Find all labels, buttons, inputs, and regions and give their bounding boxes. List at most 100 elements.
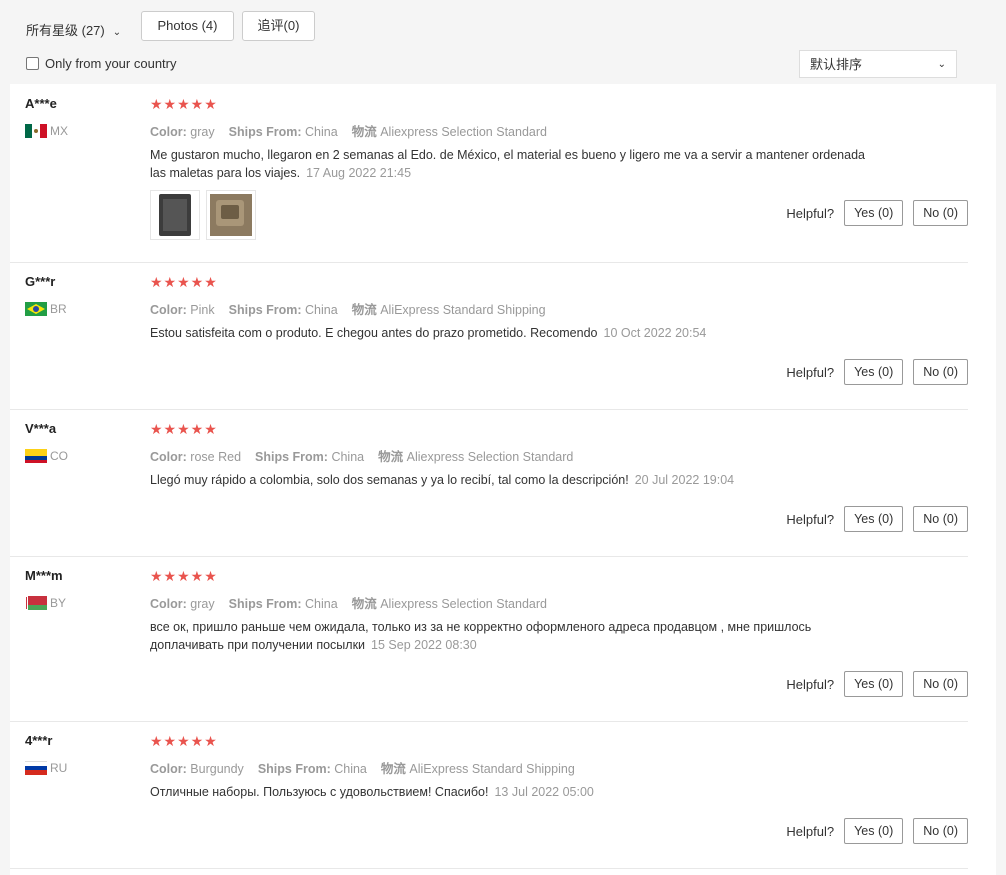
reviewer-name: M***m xyxy=(25,568,63,583)
helpful-yes-button[interactable]: Yes (0) xyxy=(844,359,904,385)
helpful-yes-button[interactable]: Yes (0) xyxy=(844,200,904,226)
shipping-method: Aliexpress Selection Standard xyxy=(406,450,574,464)
color-label: Color: xyxy=(150,450,187,464)
reviewer-country: MX xyxy=(25,124,68,138)
helpful-votes: Helpful? Yes (0) No (0) xyxy=(786,200,968,226)
review-item: M***m BY ★★★★★ Color: gray Ships From: Ch… xyxy=(10,556,968,722)
reviewer-country: CO xyxy=(25,449,68,463)
review-photo-thumbnail[interactable] xyxy=(206,190,256,240)
review-text-block: Отличные наборы. Пользуюсь с удовольстви… xyxy=(150,783,870,801)
color-value: gray xyxy=(190,125,215,139)
color-value: rose Red xyxy=(190,450,242,464)
reviewer-country: RU xyxy=(25,761,67,775)
belarus-flag-icon xyxy=(25,596,47,610)
helpful-yes-button[interactable]: Yes (0) xyxy=(844,506,904,532)
logistics-label: 物流 xyxy=(351,303,377,317)
color-value: gray xyxy=(190,597,215,611)
mexico-flag-icon xyxy=(25,124,47,138)
star-rating-filter[interactable]: 所有星级 (27) ⌄ xyxy=(26,18,121,44)
color-label: Color: xyxy=(150,762,187,776)
helpful-no-button[interactable]: No (0) xyxy=(913,200,968,226)
rating-stars: ★★★★★ xyxy=(150,733,218,749)
review-text-block: Me gustaron mucho, llegaron en 2 semanas… xyxy=(150,146,870,182)
star-rating-filter-label: 所有星级 (27) xyxy=(26,23,105,38)
review-properties: Color: gray Ships From: China 物流 Aliexpres… xyxy=(150,593,547,612)
color-value: Burgundy xyxy=(190,762,244,776)
helpful-votes: Helpful? Yes (0) No (0) xyxy=(786,359,968,385)
review-date: 20 Jul 2022 19:04 xyxy=(634,473,735,487)
helpful-yes-button[interactable]: Yes (0) xyxy=(844,671,904,697)
review-properties: Color: Burgundy Ships From: China 物流 AliEx… xyxy=(150,758,575,777)
helpful-label: Helpful? xyxy=(786,205,835,221)
russia-flag-icon xyxy=(25,761,47,775)
helpful-label: Helpful? xyxy=(786,676,835,692)
helpful-label: Helpful? xyxy=(786,511,835,527)
color-label: Color: xyxy=(150,303,187,317)
ships-from-label: Ships From: xyxy=(228,597,302,611)
followup-filter-button[interactable]: 追评(0) xyxy=(242,11,315,41)
ships-from-value: China xyxy=(305,303,338,317)
sort-dropdown-label: 默认排序 xyxy=(810,57,863,72)
country-code: BY xyxy=(50,596,67,610)
ships-from-value: China xyxy=(305,125,338,139)
review-text-block: все ок, пришло раньше чем ожидала, тольк… xyxy=(150,618,870,654)
review-properties: Color: Pink Ships From: China 物流 AliExpres… xyxy=(150,299,546,318)
photos-filter-button[interactable]: Photos (4) xyxy=(141,11,234,41)
review-photos xyxy=(150,190,262,240)
colombia-flag-icon xyxy=(25,449,47,463)
review-text: Estou satisfeita com o produto. E chegou… xyxy=(150,326,598,340)
review-item: A***e MX ★★★★★ Color: gray Ships From: Ch… xyxy=(10,84,968,263)
color-value: Pink xyxy=(190,303,215,317)
review-text: Llegó muy rápido a colombia, solo dos se… xyxy=(150,473,629,487)
rating-stars: ★★★★★ xyxy=(150,274,218,290)
review-photo-thumbnail[interactable] xyxy=(150,190,200,240)
helpful-no-button[interactable]: No (0) xyxy=(913,818,968,844)
reviewer-name: G***r xyxy=(25,274,56,289)
review-date: 15 Sep 2022 08:30 xyxy=(371,638,477,652)
country-filter-label: Only from your country xyxy=(45,56,177,71)
reviewer-name: V***a xyxy=(25,421,57,436)
ships-from-label: Ships From: xyxy=(257,762,331,776)
chevron-down-icon: ⌄ xyxy=(112,27,122,38)
helpful-votes: Helpful? Yes (0) No (0) xyxy=(786,818,968,844)
review-text-block: Llegó muy rápido a colombia, solo dos se… xyxy=(150,471,870,489)
sort-dropdown[interactable]: 默认排序 ⌄ xyxy=(799,50,957,78)
ships-from-value: China xyxy=(334,762,367,776)
shipping-method: AliExpress Standard Shipping xyxy=(409,762,575,776)
helpful-votes: Helpful? Yes (0) No (0) xyxy=(786,671,968,697)
helpful-no-button[interactable]: No (0) xyxy=(913,359,968,385)
country-code: RU xyxy=(50,761,68,775)
helpful-no-button[interactable]: No (0) xyxy=(913,506,968,532)
filter-bar: 所有星级 (27) ⌄ Photos (4) 追评(0) Only from yo… xyxy=(10,6,996,84)
review-item: 4***r RU ★★★★★ Color: Burgundy Ships From… xyxy=(10,721,968,869)
logistics-label: 物流 xyxy=(380,762,406,776)
helpful-yes-button[interactable]: Yes (0) xyxy=(844,818,904,844)
review-properties: Color: rose Red Ships From: China 物流 Aliex… xyxy=(150,446,573,465)
review-date: 17 Aug 2022 21:45 xyxy=(306,166,412,180)
ships-from-label: Ships From: xyxy=(228,303,302,317)
helpful-no-button[interactable]: No (0) xyxy=(913,671,968,697)
review-text: Me gustaron mucho, llegaron en 2 semanas… xyxy=(150,148,865,180)
logistics-label: 物流 xyxy=(351,125,377,139)
review-date: 13 Jul 2022 05:00 xyxy=(494,785,594,799)
review-properties: Color: gray Ships From: China 物流 Aliexpres… xyxy=(150,121,547,140)
rating-stars: ★★★★★ xyxy=(150,568,218,584)
brazil-flag-icon xyxy=(25,302,47,316)
country-filter-checkbox[interactable]: Only from your country xyxy=(26,56,177,71)
checkbox-icon[interactable] xyxy=(26,57,39,70)
ships-from-label: Ships From: xyxy=(228,125,302,139)
chevron-down-icon: ⌄ xyxy=(937,59,946,70)
reviewer-country: BY xyxy=(25,596,66,610)
reviewer-name: 4***r xyxy=(25,733,53,748)
shipping-method: Aliexpress Selection Standard xyxy=(380,125,547,139)
ships-from-label: Ships From: xyxy=(255,450,328,464)
color-label: Color: xyxy=(150,597,187,611)
shipping-method: AliExpress Standard Shipping xyxy=(380,303,546,317)
logistics-label: 物流 xyxy=(378,450,404,464)
rating-stars: ★★★★★ xyxy=(150,421,218,437)
helpful-votes: Helpful? Yes (0) No (0) xyxy=(786,506,968,532)
country-code: BR xyxy=(50,302,67,316)
country-code: MX xyxy=(50,124,68,138)
ships-from-value: China xyxy=(331,450,365,464)
review-text-block: Estou satisfeita com o produto. E chegou… xyxy=(150,324,870,342)
